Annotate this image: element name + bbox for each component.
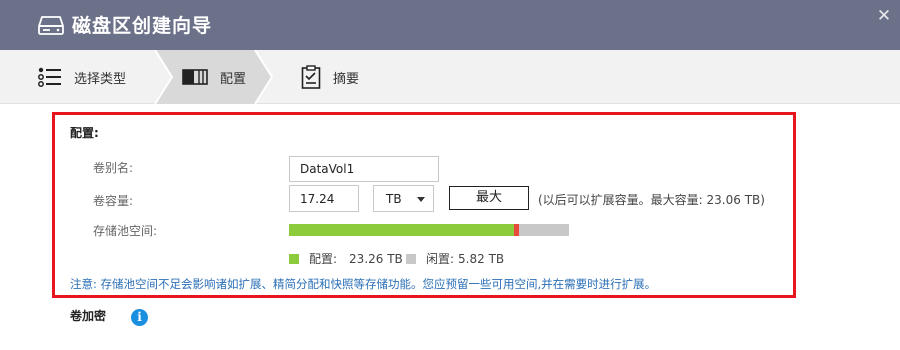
unit-select[interactable]: TB bbox=[373, 185, 434, 212]
step-configure[interactable]: 配置 bbox=[182, 50, 246, 104]
legend-used: 配置: 23.26 TB bbox=[289, 250, 403, 267]
max-button[interactable]: 最大 bbox=[449, 186, 529, 210]
free-swatch bbox=[406, 253, 416, 264]
pool-capacity-marker bbox=[514, 224, 519, 236]
used-swatch bbox=[289, 253, 299, 264]
list-icon bbox=[38, 67, 61, 87]
capacity-input[interactable] bbox=[289, 185, 359, 212]
legend-used-label: 配置: bbox=[309, 252, 338, 266]
disk-icon bbox=[38, 16, 64, 35]
legend-free-label: 闲置: bbox=[426, 252, 455, 266]
pool-label: 存储池空间: bbox=[93, 224, 158, 238]
config-section-title: 配置: bbox=[70, 126, 99, 140]
step-label: 配置 bbox=[220, 71, 247, 87]
legend-used-value: 23.26 TB bbox=[349, 251, 403, 266]
unit-select-value: TB bbox=[386, 191, 402, 206]
capacity-label: 卷容量: bbox=[93, 194, 134, 208]
alias-input[interactable] bbox=[289, 156, 439, 182]
wizard-steps: 选择类型 配置 摘要 bbox=[0, 50, 900, 104]
step-select-type[interactable]: 选择类型 bbox=[38, 50, 126, 104]
volume-icon bbox=[182, 69, 208, 85]
chevron-down-icon bbox=[417, 197, 425, 202]
pool-usage-bar bbox=[289, 224, 569, 236]
active-step-highlight bbox=[154, 50, 274, 104]
alias-label: 卷别名: bbox=[93, 161, 134, 175]
title-bar: 磁盘区创建向导 ✕ bbox=[0, 0, 900, 50]
capacity-hint: (以后可以扩展容量。最大容量: 23.06 TB) bbox=[538, 193, 765, 207]
legend-free: 闲置: 5.82 TB bbox=[406, 250, 504, 267]
window-title: 磁盘区创建向导 bbox=[72, 15, 213, 37]
warning-note: 注意: 存储池空间不足会影响诸如扩展、精简分配和快照等存储功能。您应预留一些可用… bbox=[70, 277, 657, 291]
step-summary[interactable]: 摘要 bbox=[301, 50, 359, 104]
close-icon[interactable]: ✕ bbox=[874, 6, 894, 26]
step-label: 选择类型 bbox=[74, 71, 127, 87]
encryption-label: 卷加密 bbox=[70, 309, 107, 323]
info-icon[interactable]: i bbox=[131, 309, 148, 326]
pool-used-fill bbox=[289, 224, 519, 236]
legend-free-value: 5.82 TB bbox=[458, 251, 505, 266]
clipboard-icon bbox=[301, 65, 321, 89]
step-label: 摘要 bbox=[333, 71, 360, 87]
